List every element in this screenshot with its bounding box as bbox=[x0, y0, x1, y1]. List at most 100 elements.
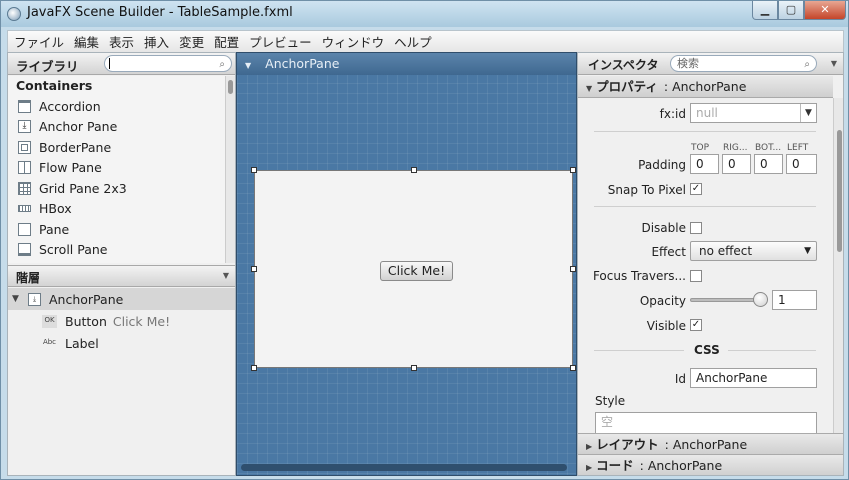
library-search-input[interactable]: ⌕ bbox=[104, 55, 232, 72]
inspector-panel: インスペクタ 検索 ⌕ ▼ ▼ プロパティ : AnchorPane fx:id… bbox=[577, 52, 844, 476]
chevron-down-icon[interactable]: ▼ bbox=[831, 59, 837, 68]
opacity-slider-track[interactable] bbox=[690, 298, 762, 302]
library-item-accordion[interactable]: Accordion bbox=[8, 96, 225, 117]
library-item-scroll-pane[interactable]: Scroll Pane bbox=[8, 240, 225, 261]
resize-handle[interactable] bbox=[570, 167, 576, 173]
opacity-slider-thumb[interactable] bbox=[753, 292, 768, 307]
menu-help[interactable]: ヘルプ bbox=[394, 32, 432, 51]
title-bar[interactable]: JavaFX Scene Builder - TableSample.fxml … bbox=[1, 1, 848, 27]
disable-checkbox[interactable] bbox=[690, 222, 702, 234]
click-me-button[interactable]: Click Me! bbox=[380, 261, 453, 281]
close-button[interactable]: ✕ bbox=[804, 1, 846, 20]
opacity-input[interactable]: 1 bbox=[772, 290, 817, 310]
properties-section-title: プロパティ bbox=[596, 79, 658, 94]
padding-right-input[interactable]: 0 bbox=[722, 154, 751, 174]
resize-handle[interactable] bbox=[570, 365, 576, 371]
menu-window[interactable]: ウィンドウ bbox=[322, 32, 385, 51]
disable-label: Disable bbox=[641, 221, 686, 235]
menu-arrange[interactable]: 配置 bbox=[214, 32, 239, 51]
chevron-down-icon[interactable]: ▼ bbox=[800, 104, 816, 122]
inspector-search-input[interactable]: 検索 ⌕ bbox=[670, 55, 817, 72]
scroll-pane-icon bbox=[18, 243, 31, 257]
content-panel: ▼ AnchorPane Click Me! bbox=[236, 52, 577, 476]
hierarchy-header: 階層 ▼ bbox=[8, 265, 235, 287]
snap-to-pixel-checkbox[interactable]: ✓ bbox=[690, 183, 702, 195]
effect-value: no effect bbox=[699, 244, 753, 258]
resize-handle[interactable] bbox=[251, 266, 257, 272]
menu-bar: ファイル 編集 表示 挿入 変更 配置 プレビュー ウィンドウ ヘルプ bbox=[7, 30, 844, 52]
scrollbar-thumb[interactable] bbox=[837, 130, 842, 252]
maximize-button[interactable]: ▢ bbox=[778, 1, 804, 20]
library-item-flow-pane[interactable]: Flow Pane bbox=[8, 158, 225, 179]
resize-handle[interactable] bbox=[411, 365, 417, 371]
library-item-pane[interactable]: Pane bbox=[8, 219, 225, 240]
library-item-label: BorderPane bbox=[39, 139, 112, 155]
padding-header-right: RIG... bbox=[723, 143, 748, 153]
chevron-down-icon[interactable]: ▼ bbox=[223, 271, 229, 280]
minimize-button[interactable]: ▁ bbox=[752, 1, 778, 20]
tree-row-button[interactable]: OK Button Click Me! bbox=[8, 310, 235, 332]
effect-label: Effect bbox=[651, 245, 686, 259]
padding-top-input[interactable]: 0 bbox=[690, 154, 719, 174]
expand-triangle-icon[interactable]: ▼ bbox=[12, 294, 24, 304]
expand-triangle-icon: ▶ bbox=[586, 463, 593, 472]
layout-section-title: レイアウト bbox=[596, 437, 659, 452]
visible-checkbox[interactable]: ✓ bbox=[690, 319, 702, 331]
tree-row-label[interactable]: Abc Label bbox=[8, 332, 235, 354]
id-input[interactable]: AnchorPane bbox=[690, 368, 817, 388]
chevron-down-icon: ▼ bbox=[804, 246, 811, 256]
menu-preview[interactable]: プレビュー bbox=[249, 32, 312, 51]
library-header: ライブラリ ⌕ bbox=[8, 53, 235, 75]
content-scrollbar[interactable] bbox=[241, 464, 567, 471]
focus-traversable-label: Focus Travers... bbox=[592, 269, 686, 283]
properties-section-header[interactable]: ▼ プロパティ : AnchorPane bbox=[578, 76, 833, 98]
resize-handle[interactable] bbox=[570, 266, 576, 272]
breadcrumb: ▼ AnchorPane bbox=[237, 53, 576, 75]
library-item-label: HBox bbox=[39, 201, 72, 217]
text-caret bbox=[109, 58, 110, 69]
fx-id-field[interactable]: null ▼ bbox=[690, 103, 817, 123]
library-item-grid-pane[interactable]: Grid Pane 2x3 bbox=[8, 178, 225, 199]
effect-select[interactable]: no effect ▼ bbox=[690, 241, 817, 261]
library-item-anchor-pane[interactable]: ⤓ Anchor Pane bbox=[8, 117, 225, 138]
tree-row-label: Button bbox=[65, 313, 107, 329]
library-list: Containers Accordion ⤓ Anchor Pane Borde… bbox=[8, 76, 225, 263]
border-pane-icon bbox=[18, 140, 31, 154]
menu-file[interactable]: ファイル bbox=[14, 32, 64, 51]
menu-modify[interactable]: 変更 bbox=[179, 32, 204, 51]
anchor-pane-canvas[interactable]: Click Me! bbox=[251, 167, 576, 371]
tree-row-anchorpane[interactable]: ▼ ⤓ AnchorPane bbox=[8, 288, 235, 310]
library-scrollbar[interactable] bbox=[225, 76, 235, 263]
focus-traversable-checkbox[interactable] bbox=[690, 270, 702, 282]
chevron-down-icon[interactable]: ▼ bbox=[245, 61, 251, 70]
resize-handle[interactable] bbox=[251, 365, 257, 371]
menu-insert[interactable]: 挿入 bbox=[144, 32, 169, 51]
layout-section-header[interactable]: ▶ レイアウト : AnchorPane bbox=[578, 433, 843, 455]
separator bbox=[594, 131, 816, 132]
inspector-scrollbar[interactable] bbox=[833, 98, 843, 433]
library-category[interactable]: Containers bbox=[8, 76, 225, 96]
accordion-icon bbox=[18, 99, 31, 113]
library-item-label: Anchor Pane bbox=[39, 119, 118, 135]
opacity-label: Opacity bbox=[639, 294, 686, 308]
library-item-hbox[interactable]: HBox bbox=[8, 199, 225, 220]
menu-edit[interactable]: 編集 bbox=[74, 32, 99, 51]
hierarchy-title: 階層 bbox=[16, 271, 41, 285]
code-section-title: コード bbox=[596, 458, 634, 473]
anchor-pane-icon: ⤓ bbox=[18, 120, 31, 134]
properties-body: fx:id null ▼ TOP RIG... BOT... LEFT Padd… bbox=[578, 98, 833, 436]
padding-header-left: LEFT bbox=[787, 143, 809, 153]
button-icon: OK bbox=[42, 314, 57, 328]
menu-view[interactable]: 表示 bbox=[109, 32, 134, 51]
library-item-border-pane[interactable]: BorderPane bbox=[8, 137, 225, 158]
resize-handle[interactable] bbox=[251, 167, 257, 173]
style-placeholder: 空 bbox=[601, 415, 614, 429]
scrollbar-thumb[interactable] bbox=[228, 80, 233, 94]
resize-handle[interactable] bbox=[411, 167, 417, 173]
library-item-label: Scroll Pane bbox=[39, 242, 108, 258]
label-icon: Abc bbox=[42, 337, 57, 346]
padding-bottom-input[interactable]: 0 bbox=[754, 154, 783, 174]
padding-left-input[interactable]: 0 bbox=[786, 154, 817, 174]
breadcrumb-item[interactable]: AnchorPane bbox=[265, 56, 339, 71]
code-section-header[interactable]: ▶ コード : AnchorPane bbox=[578, 455, 843, 475]
